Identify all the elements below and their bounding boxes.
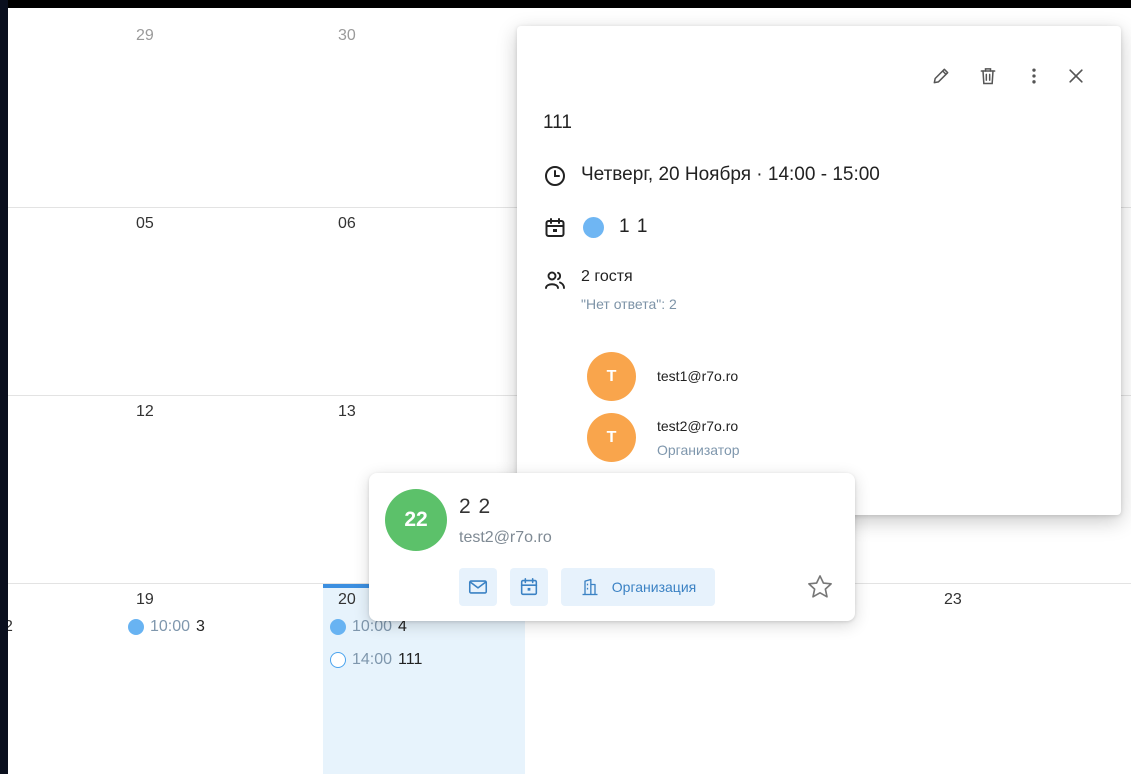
- guest-avatar[interactable]: T: [587, 352, 636, 401]
- organization-button[interactable]: Организация: [561, 568, 715, 606]
- guest-avatar[interactable]: T: [587, 413, 636, 462]
- event-title: 111: [398, 651, 423, 668]
- people-icon: [545, 271, 565, 289]
- more-vertical-icon: [1032, 68, 1036, 84]
- contact-email: test2@r7o.ro: [459, 529, 552, 546]
- day-number[interactable]: 06: [338, 215, 356, 233]
- building-icon: [582, 578, 598, 596]
- trash-icon: [980, 68, 996, 85]
- event-datetime: Четверг, 20 Ноября · 14:00 - 15:00: [581, 164, 880, 185]
- calendar-name: 1 1: [619, 216, 649, 237]
- event-dot-icon: [330, 652, 346, 668]
- close-icon: [1069, 69, 1083, 83]
- calendar-event-selected[interactable]: 14:00 111: [330, 651, 422, 669]
- day-number[interactable]: 2: [8, 618, 13, 636]
- star-icon[interactable]: [806, 573, 834, 601]
- guest-email[interactable]: test1@r7o.ro: [657, 368, 738, 384]
- organization-label: Организация: [611, 579, 697, 595]
- clock-icon: [545, 166, 565, 186]
- event-detail-popup: 111 Четверг, 20 Ноября · 14:00 - 15:00 1…: [517, 26, 1121, 515]
- contact-name: 2 2: [459, 495, 492, 518]
- event-dot-icon: [128, 619, 144, 635]
- day-number[interactable]: 30: [338, 27, 356, 45]
- day-number[interactable]: 23: [944, 591, 962, 609]
- contact-card: 22 2 2 test2@r7o.ro Организация: [369, 473, 855, 621]
- event-dot-icon: [330, 619, 346, 635]
- calendar-icon: [520, 577, 538, 596]
- mail-icon: [468, 580, 488, 594]
- close-button[interactable]: [1064, 64, 1088, 88]
- guests-status: "Нет ответа": 2: [581, 296, 677, 312]
- guest-role: Организатор: [657, 442, 740, 458]
- guest-email[interactable]: test2@r7o.ro: [657, 418, 738, 434]
- event-title: 111: [543, 112, 572, 133]
- more-options-button[interactable]: [1022, 64, 1046, 88]
- calendar-icon: [545, 218, 565, 237]
- day-number-today[interactable]: 20: [338, 591, 356, 609]
- guests-count: 2 гостя: [581, 268, 633, 285]
- contact-avatar: 22: [385, 489, 447, 551]
- event-time: 10:00: [150, 618, 191, 635]
- day-number[interactable]: 12: [136, 403, 154, 421]
- event-title: 3: [196, 618, 205, 635]
- calendar-color-dot: [583, 217, 604, 238]
- calendar-event[interactable]: 10:00 3: [128, 618, 205, 636]
- pencil-icon: [933, 68, 949, 84]
- delete-button[interactable]: [976, 64, 1000, 88]
- day-number[interactable]: 19: [136, 591, 154, 609]
- day-number[interactable]: 13: [338, 403, 356, 421]
- event-time: 14:00: [352, 651, 393, 668]
- day-number[interactable]: 29: [136, 27, 154, 45]
- screen-frame-top: [0, 0, 1131, 8]
- edit-button[interactable]: [929, 64, 953, 88]
- day-number[interactable]: 05: [136, 215, 154, 233]
- send-mail-button[interactable]: [459, 568, 497, 606]
- screen-frame-left: [0, 0, 8, 774]
- schedule-event-button[interactable]: [510, 568, 548, 606]
